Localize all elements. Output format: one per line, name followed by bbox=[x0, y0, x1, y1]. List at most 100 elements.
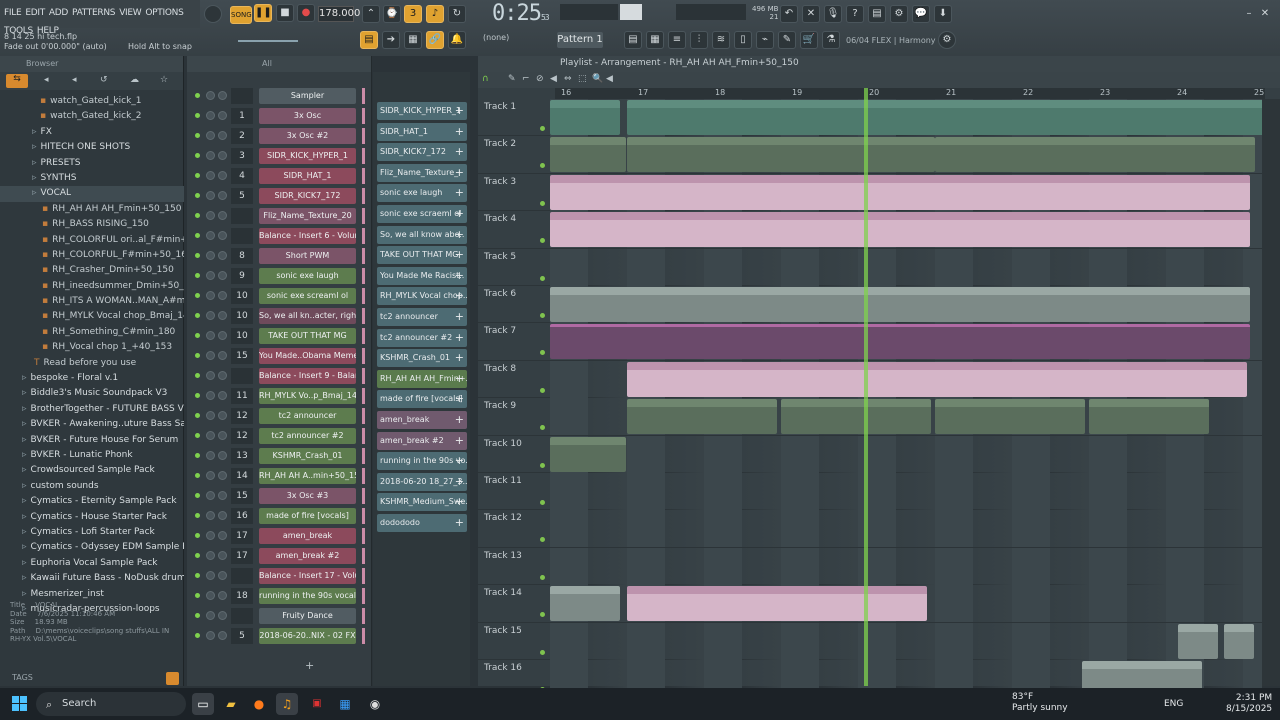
pan-knob[interactable] bbox=[206, 531, 215, 540]
browser-file[interactable]: ▪ RH_Crasher_Dmin+50_150 bbox=[0, 263, 184, 278]
eq-icon[interactable]: ⫶ bbox=[690, 31, 708, 49]
picker-item[interactable]: RH_MYLK Vocal chop.. + bbox=[377, 287, 467, 306]
mixer-track-number[interactable] bbox=[231, 208, 253, 224]
brush-icon[interactable]: ✎ bbox=[778, 31, 796, 49]
pan-knob[interactable] bbox=[206, 631, 215, 640]
channel-select-bar[interactable] bbox=[362, 588, 365, 604]
channel-select-bar[interactable] bbox=[362, 88, 365, 104]
language-indicator[interactable]: ENG bbox=[1164, 699, 1183, 709]
mixer-track-number[interactable]: 10 bbox=[231, 308, 253, 324]
track-led[interactable] bbox=[540, 387, 545, 393]
channel-name-button[interactable]: RH_AH AH A..min+50_150 bbox=[259, 468, 356, 484]
channel-name-button[interactable]: Fruity Dance bbox=[259, 608, 356, 624]
channel-name-button[interactable]: amen_break bbox=[259, 528, 356, 544]
volume-knob[interactable] bbox=[218, 251, 227, 260]
song-mode-button[interactable]: SONG bbox=[230, 6, 252, 24]
browser-file[interactable]: ▪ RH_Something_C#min_180 bbox=[0, 325, 184, 340]
pan-knob[interactable] bbox=[206, 511, 215, 520]
tags-search-icon[interactable] bbox=[166, 672, 179, 685]
browser-file[interactable]: ▪ RH_AH AH AH_Fmin+50_150 bbox=[0, 202, 184, 217]
volume-knob[interactable] bbox=[218, 311, 227, 320]
channel-led[interactable] bbox=[195, 313, 200, 318]
mixer-track-number[interactable]: 9 bbox=[231, 268, 253, 284]
browser-folder[interactable]: ▹Cymatics - Odyssey EDM Sample Pack bbox=[0, 540, 184, 555]
track-lane[interactable] bbox=[550, 286, 1262, 323]
playlist-clip[interactable]: KSHMR_M..p_Up_01 bbox=[550, 586, 620, 622]
channel-name-button[interactable]: amen_break #2 bbox=[259, 548, 356, 564]
track-led[interactable] bbox=[540, 275, 545, 281]
link-icon[interactable]: 🔗 bbox=[426, 31, 444, 49]
channel-led[interactable] bbox=[195, 173, 200, 178]
pan-knob[interactable] bbox=[206, 311, 215, 320]
channel-select-bar[interactable] bbox=[362, 568, 365, 584]
magnet-icon[interactable]: ∩ bbox=[482, 74, 489, 84]
pan-knob[interactable] bbox=[206, 291, 215, 300]
pan-knob[interactable] bbox=[206, 411, 215, 420]
channel-name-button[interactable]: 3x Osc #3 bbox=[259, 488, 356, 504]
mixer-track-number[interactable]: 12 bbox=[231, 428, 253, 444]
fl-studio-icon[interactable]: ♫ bbox=[276, 693, 298, 715]
channel-select-bar[interactable] bbox=[362, 308, 365, 324]
browser-folder[interactable]: ▹ Cymatics - House Starter Pack bbox=[0, 510, 184, 525]
channel-led[interactable] bbox=[195, 553, 200, 558]
channel-select-bar[interactable] bbox=[362, 428, 365, 444]
playhead[interactable] bbox=[864, 88, 868, 686]
pan-knob[interactable] bbox=[206, 191, 215, 200]
browser-file[interactable]: ▪RH_ITS A WOMAN..MAN_A#maj_128 bbox=[0, 294, 184, 309]
track-row[interactable]: Track 12 bbox=[478, 510, 1280, 548]
channel-name-button[interactable]: So, we all kn..acter, right_ bbox=[259, 308, 356, 324]
mixer-track-number[interactable]: 11 bbox=[231, 388, 253, 404]
playlist-clip[interactable]: RH_AH AH..m+50_150 bbox=[550, 436, 626, 472]
browser-file[interactable]: ▪RH_ineedsummer_Dmin+50_140 bbox=[0, 279, 184, 294]
track-lane[interactable] bbox=[550, 510, 1262, 548]
browser-file[interactable]: ▪ RH_COLORFUL_F#min+50_165 bbox=[0, 248, 184, 263]
channel-name-button[interactable]: 3x Osc bbox=[259, 108, 356, 124]
track-lane[interactable]: KSHMR_M..p_Up_01 KSHMR_Crash_01 bbox=[550, 585, 1262, 623]
picker-item[interactable]: SIDR_HAT_1 + bbox=[377, 122, 467, 141]
timeline-ruler[interactable]: 16 17 18 19 20 21 22 23 24 25 bbox=[555, 88, 1265, 99]
picker-item[interactable]: running in the 90s vo.. + bbox=[377, 452, 467, 471]
channel-row[interactable]: 12 tc2 announcer #2 bbox=[187, 426, 372, 446]
mixer-track-number[interactable] bbox=[231, 368, 253, 384]
pan-knob[interactable] bbox=[206, 211, 215, 220]
channel-row[interactable]: 16 made of fire [vocals] bbox=[187, 506, 372, 526]
volume-knob[interactable] bbox=[218, 271, 227, 280]
channel-row[interactable]: Fliz_Name_Texture_20 bbox=[187, 206, 372, 226]
track-led[interactable] bbox=[540, 238, 545, 244]
mixer-track-number[interactable]: 10 bbox=[231, 288, 253, 304]
rack-filter[interactable]: All bbox=[187, 56, 371, 72]
mic-icon[interactable]: 🎙 bbox=[824, 5, 842, 23]
tags-label[interactable]: TAGS bbox=[12, 673, 33, 682]
browser-folder[interactable]: ▹BVKER - Awakening..uture Bass Samples bbox=[0, 417, 184, 432]
menu-file[interactable]: FILE bbox=[0, 0, 22, 18]
browser-folder[interactable]: ▹ Biddle3's Music Soundpack V3 bbox=[0, 386, 184, 401]
channel-select-bar[interactable] bbox=[362, 388, 365, 404]
track-name[interactable]: Track 13 bbox=[484, 551, 544, 561]
track-name[interactable]: Track 8 bbox=[484, 364, 544, 374]
channel-led[interactable] bbox=[195, 633, 200, 638]
channel-row[interactable]: 5 SIDR_KICK7_172 bbox=[187, 186, 372, 206]
channel-row[interactable]: 15 3x Osc #3 bbox=[187, 486, 372, 506]
filter-icon[interactable]: ⚗ bbox=[822, 31, 840, 49]
app-blue-icon[interactable]: ▦ bbox=[334, 693, 356, 715]
track-row[interactable]: Track 4 bbox=[478, 211, 1280, 249]
help-icon[interactable]: ? bbox=[846, 5, 864, 23]
track-lane[interactable]: Y..me Patt..11 bbox=[550, 622, 1262, 660]
mixer-track-number[interactable]: 16 bbox=[231, 508, 253, 524]
undo-icon[interactable]: ↶ bbox=[780, 5, 798, 23]
playlist-clip[interactable] bbox=[550, 174, 1250, 210]
picker-item[interactable]: amen_break #2 + bbox=[377, 431, 467, 450]
track-name[interactable]: Track 16 bbox=[484, 663, 544, 673]
pattern-selector[interactable]: Pattern 1 bbox=[557, 32, 603, 48]
channel-led[interactable] bbox=[195, 333, 200, 338]
track-row[interactable]: Track 6 bbox=[478, 286, 1280, 324]
channel-row[interactable]: 17 amen_break bbox=[187, 526, 372, 546]
delete-tool-icon[interactable]: ⊘ bbox=[536, 74, 544, 84]
browser-folder[interactable]: ▹BrotherTogether - FUTURE BASS VOL 1 bbox=[0, 402, 184, 417]
channel-name-button[interactable]: KSHMR_Crash_01 bbox=[259, 448, 356, 464]
track-name[interactable]: Track 12 bbox=[484, 513, 544, 523]
stop-button[interactable]: ■ bbox=[276, 4, 294, 22]
taskbar-search[interactable]: Search bbox=[36, 692, 186, 716]
pencil-icon[interactable]: ✎ bbox=[508, 74, 516, 84]
channel-row[interactable]: 2 3x Osc #2 bbox=[187, 126, 372, 146]
